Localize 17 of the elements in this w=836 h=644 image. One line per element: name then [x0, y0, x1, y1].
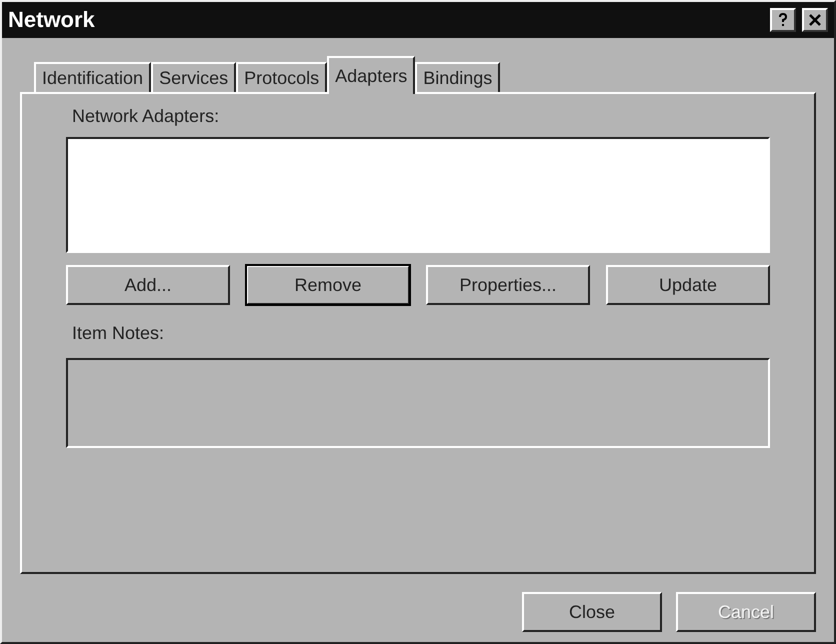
dialog-button[interactable]: Close — [522, 592, 662, 632]
window-title: Network — [8, 7, 96, 33]
help-icon — [776, 13, 790, 27]
close-icon — [808, 13, 822, 27]
help-button[interactable] — [770, 8, 796, 32]
action-button[interactable]: Remove — [246, 265, 410, 305]
tab[interactable]: Bindings — [415, 62, 500, 92]
action-button[interactable]: Add... — [66, 265, 230, 305]
tab[interactable]: Services — [151, 62, 236, 92]
close-button[interactable] — [802, 8, 828, 32]
action-button[interactable]: Properties... — [426, 265, 590, 305]
tab[interactable]: Adapters — [327, 56, 416, 94]
section-label: Item Notes: — [72, 323, 166, 344]
tab[interactable]: Identification — [34, 62, 152, 92]
tab[interactable]: Protocols — [236, 62, 328, 92]
action-button[interactable]: Update — [606, 265, 770, 305]
section-label: Network Adapters: — [72, 106, 220, 127]
